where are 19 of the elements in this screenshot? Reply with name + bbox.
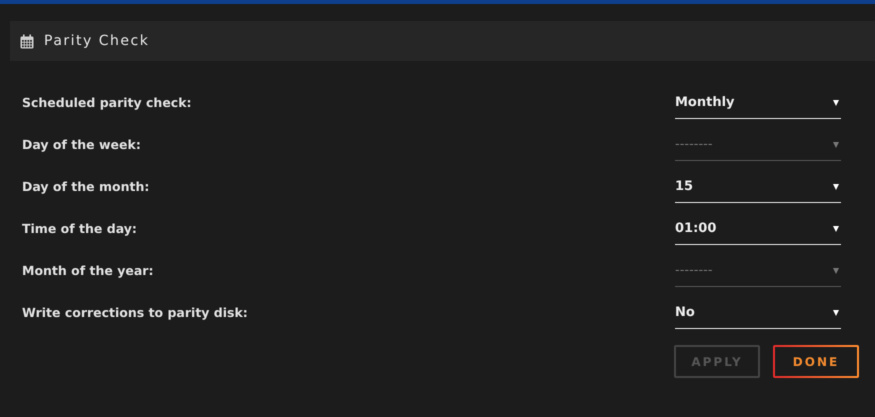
setting-label: Month of the year: bbox=[22, 262, 154, 278]
panel-title: Parity Check bbox=[44, 33, 150, 49]
setting-label: Scheduled parity check: bbox=[22, 94, 193, 110]
caret-icon bbox=[833, 184, 839, 190]
setting-label: Time of the day: bbox=[22, 220, 138, 236]
caret-icon bbox=[833, 142, 839, 148]
caret-icon bbox=[833, 226, 839, 232]
caret-icon bbox=[833, 268, 839, 274]
calendar-icon bbox=[20, 34, 34, 48]
caret-icon bbox=[833, 100, 839, 106]
setting-label: Day of the week: bbox=[22, 136, 142, 152]
dropdown[interactable]: No bbox=[675, 297, 841, 329]
done-button[interactable]: DONE bbox=[773, 345, 859, 378]
dropdown[interactable]: 01:00 bbox=[675, 213, 841, 245]
setting-label: Day of the month: bbox=[22, 178, 150, 194]
caret-icon bbox=[833, 310, 839, 316]
dropdown[interactable]: 15 bbox=[675, 171, 841, 203]
dropdown[interactable]: Monthly bbox=[675, 87, 841, 119]
setting-label: Write corrections to parity disk: bbox=[22, 304, 249, 320]
